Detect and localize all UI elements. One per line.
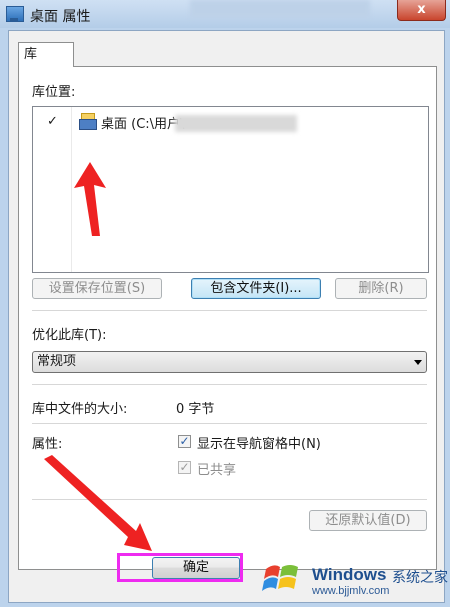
- optimize-select[interactable]: 常规项: [32, 351, 427, 373]
- divider: [32, 384, 427, 385]
- divider: [32, 499, 427, 500]
- column-separator: [71, 107, 72, 272]
- include-folder-button[interactable]: 包含文件夹(I)...: [191, 278, 321, 299]
- properties-window: 桌面 属性 x 库 库位置: ✓ 桌面 (C:\用户\ 设置保存位置(S) 包含…: [0, 0, 450, 607]
- close-button[interactable]: x: [397, 0, 446, 21]
- divider: [32, 310, 427, 311]
- blurred-username: [175, 115, 297, 132]
- set-save-location-button[interactable]: 设置保存位置(S): [32, 278, 162, 299]
- watermark-chinese: 系统之家: [392, 570, 448, 586]
- show-in-nav-label[interactable]: 显示在导航窗格中(N): [197, 433, 321, 452]
- library-folder-icon: [79, 113, 97, 130]
- tab-library[interactable]: 库: [18, 42, 74, 67]
- tab-panel: 库位置: ✓ 桌面 (C:\用户\ 设置保存位置(S) 包含文件夹(I)... …: [18, 66, 437, 570]
- window-title: 桌面 属性: [30, 9, 91, 25]
- attributes-label: 属性:: [32, 437, 63, 452]
- library-locations-list[interactable]: ✓ 桌面 (C:\用户\: [32, 106, 429, 273]
- title-bar[interactable]: 桌面 属性 x: [0, 0, 450, 28]
- location-label: 桌面 (C:\用户\: [101, 117, 185, 132]
- show-in-nav-checkbox[interactable]: ✓: [178, 435, 191, 448]
- blurred-region: [190, 0, 370, 18]
- windows-logo-icon: [262, 565, 298, 591]
- dialog-client: 库 库位置: ✓ 桌面 (C:\用户\ 设置保存位置(S) 包含文件夹(I)..…: [8, 30, 445, 603]
- window-icon: [6, 6, 24, 22]
- highlight-box: [117, 553, 243, 582]
- watermark-brand: Windows: [312, 565, 387, 584]
- restore-defaults-button[interactable]: 还原默认值(D): [309, 510, 427, 531]
- remove-button[interactable]: 删除(R): [335, 278, 427, 299]
- default-location-check: ✓: [47, 114, 58, 129]
- shared-label: 已共享: [197, 463, 237, 478]
- watermark: Windows 系统之家 www.bjjmlv.com: [260, 557, 450, 597]
- divider: [32, 423, 427, 424]
- optimize-selected-value: 常规项: [37, 354, 77, 369]
- watermark-url: www.bjjmlv.com: [312, 585, 390, 597]
- size-label: 库中文件的大小:: [32, 402, 128, 417]
- library-locations-heading: 库位置:: [32, 85, 76, 100]
- chevron-down-icon: [414, 360, 422, 365]
- optimize-label: 优化此库(T):: [32, 328, 107, 343]
- size-value: 0 字节: [176, 402, 215, 417]
- shared-checkbox[interactable]: ✓: [178, 461, 191, 474]
